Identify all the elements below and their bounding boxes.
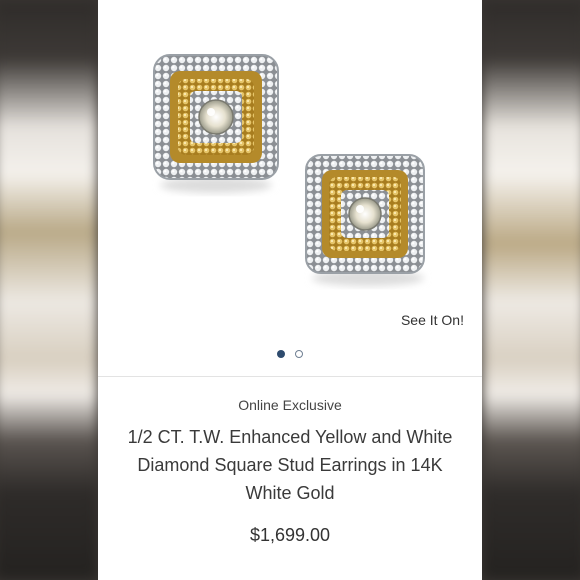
gallery-dot-2[interactable]: [295, 350, 303, 358]
product-page: See It On! Online Exclusive 1/2 CT. T.W.…: [98, 0, 482, 580]
blurred-backdrop-left: [0, 0, 98, 580]
product-price: $1,699.00: [249, 525, 331, 545]
product-title: 1/2 CT. T.W. Enhanced Yellow and White D…: [127, 427, 453, 503]
divider: [98, 376, 482, 377]
online-exclusive-label: Online Exclusive: [238, 397, 342, 413]
gallery-pagination: [98, 350, 482, 358]
earring-right: [305, 154, 425, 286]
gallery-dot-1[interactable]: [277, 350, 285, 358]
earrings-image: [153, 54, 425, 286]
blurred-backdrop-right: [482, 0, 580, 580]
product-image[interactable]: [98, 0, 482, 345]
see-it-on-link[interactable]: See It On!: [401, 312, 464, 328]
earring-left: [153, 54, 279, 193]
